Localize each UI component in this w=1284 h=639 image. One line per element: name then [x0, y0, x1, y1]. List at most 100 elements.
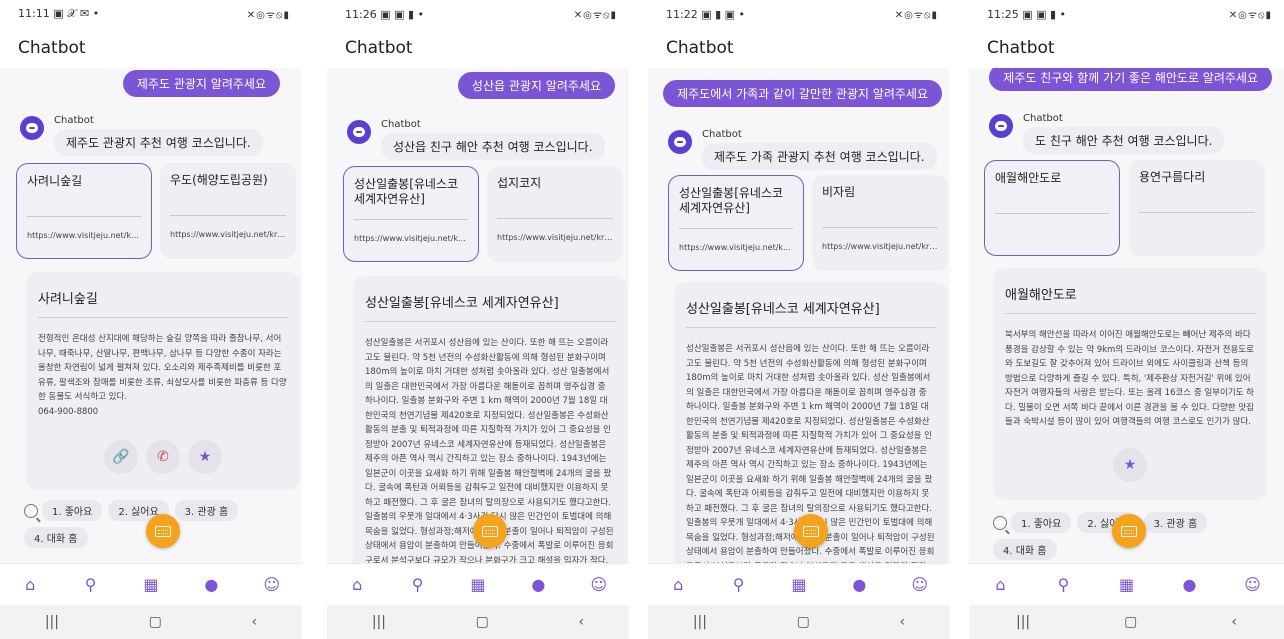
bot-name: Chatbot	[54, 115, 94, 126]
profile-icon[interactable]: ☺	[909, 574, 931, 596]
calendar-icon[interactable]: ▦	[140, 574, 162, 596]
place-card-url[interactable]: https://www.visitjeju.net/kr/d...	[354, 234, 468, 243]
back-icon[interactable]: ‹	[1231, 614, 1237, 630]
status-icons-left: ▣ ▣ ▮ •	[380, 7, 425, 21]
place-card-title: 우도(해양도립공원)	[170, 173, 268, 187]
chat-icon[interactable]: ●	[848, 574, 870, 596]
bot-avatar-icon	[989, 114, 1013, 138]
chat-icon[interactable]: ●	[1179, 574, 1201, 596]
place-card[interactable]: 용연구름다리	[1129, 160, 1265, 256]
status-icons-right: ✕◎ᯤ⦸▮	[894, 10, 938, 21]
chat-content[interactable]: 성산읍 관광지 알려주세요 Chatbot 성산읍 친구 해안 추천 여행 코스…	[327, 68, 629, 563]
quick-reply-chip[interactable]: 1. 좋아요	[42, 500, 103, 521]
link-icon[interactable]: 🔗	[104, 440, 138, 474]
chat-icon[interactable]: ●	[200, 574, 222, 596]
place-card-url[interactable]: https://www.visitjeju.net/kr/d...	[679, 243, 793, 252]
place-card-url[interactable]: https://www.visitjeju.net/kr/d...	[822, 242, 938, 251]
bottom-nav: ⌂ ⚲ ▦ ● ☺	[327, 563, 629, 605]
calendar-icon[interactable]: ▦	[1116, 574, 1138, 596]
recent-apps-icon[interactable]: |||	[372, 614, 386, 630]
map-pin-icon[interactable]: ⚲	[80, 574, 102, 596]
app-title: Chatbot	[969, 28, 1284, 68]
detail-title: 성산일출봉[유네스코 세계자연유산]	[365, 292, 615, 322]
place-card-url[interactable]: https://www.visitjeju.net/kr/d...	[170, 230, 286, 239]
place-card[interactable]: 성산일출봉[유네스코 세계자연유산] https://www.visitjeju…	[343, 166, 479, 262]
place-card-title: 사려니숲길	[27, 174, 83, 188]
recent-apps-icon[interactable]: |||	[1016, 614, 1030, 630]
app-title: Chatbot	[648, 28, 950, 68]
chat-icon[interactable]: ●	[527, 574, 549, 596]
place-card[interactable]: 우도(해양도립공원) https://www.visitjeju.net/kr/…	[160, 163, 296, 259]
place-card[interactable]: 비자림 https://www.visitjeju.net/kr/d...	[812, 175, 948, 271]
map-pin-icon[interactable]: ⚲	[407, 574, 429, 596]
quick-reply-chip[interactable]: 4. 대화 홈	[24, 527, 88, 548]
calendar-icon[interactable]: ▦	[467, 574, 489, 596]
keyboard-icon[interactable]	[473, 514, 507, 548]
system-nav: ||| ▢ ‹	[0, 605, 302, 639]
home-icon[interactable]: ⌂	[19, 574, 41, 596]
place-card[interactable]: 사려니숲길 https://www.visitjeju.net/kr/d...	[16, 163, 152, 259]
bot-avatar-icon	[668, 130, 692, 154]
place-detail: 사려니숲길 전형적인 온대성 산지대에 해당하는 숲길 양쪽을 따라 졸참나무,…	[26, 272, 300, 490]
keyboard-icon[interactable]	[794, 514, 828, 548]
system-nav: ||| ▢ ‹	[327, 605, 629, 639]
home-button-icon[interactable]: ▢	[476, 614, 489, 630]
place-card-title: 성산일출봉[유네스코 세계자연유산]	[679, 186, 784, 215]
status-icons-right: ✕◎ᯤ⦸▮	[573, 10, 617, 21]
home-icon[interactable]: ⌂	[346, 574, 368, 596]
place-card-title: 성산일출봉[유네스코 세계자연유산]	[354, 177, 459, 206]
back-icon[interactable]: ‹	[252, 614, 258, 630]
search-icon[interactable]	[993, 515, 1007, 530]
place-card[interactable]: 애월해안도로	[984, 160, 1120, 256]
keyboard-icon[interactable]	[146, 514, 180, 548]
home-icon[interactable]: ⌂	[990, 574, 1012, 596]
keyboard-icon[interactable]	[1112, 514, 1146, 548]
status-icons-left: ▣ 𝒳 ✉ •	[53, 7, 100, 20]
place-card[interactable]: 성산일출봉[유네스코 세계자연유산] https://www.visitjeju…	[668, 175, 804, 271]
bottom-nav: ⌂ ⚲ ▦ ● ☺	[0, 563, 302, 605]
profile-icon[interactable]: ☺	[588, 574, 610, 596]
home-button-icon[interactable]: ▢	[149, 614, 162, 630]
bot-bubble: 성산읍 친구 해안 추천 여행 코스입니다.	[381, 133, 605, 160]
bot-avatar-icon	[347, 120, 371, 144]
quick-reply-chip[interactable]: 1. 좋아요	[1011, 512, 1072, 533]
chat-content[interactable]: 제주도에서 가족과 같이 갈만한 관광지 알려주세요 Chatbot 제주도 가…	[648, 68, 950, 563]
chat-content[interactable]: 제주도 친구와 함께 가기 좋은 해안도로 알려주세요 Chatbot 도 친구…	[969, 68, 1284, 563]
profile-icon[interactable]: ☺	[1242, 574, 1264, 596]
back-icon[interactable]: ‹	[900, 614, 906, 630]
place-card-url[interactable]: https://www.visitjeju.net/kr/d...	[27, 231, 141, 240]
place-card[interactable]: 섭지코지 https://www.visitjeju.net/kr/d...	[487, 166, 623, 262]
map-pin-icon[interactable]: ⚲	[728, 574, 750, 596]
detail-title: 애월해안도로	[1005, 284, 1255, 314]
place-card-url[interactable]: https://www.visitjeju.net/kr/d...	[497, 233, 613, 242]
bot-avatar-icon	[20, 116, 44, 140]
share-icon[interactable]: ★	[188, 440, 222, 474]
phone-icon[interactable]: ✆	[146, 440, 180, 474]
system-nav: ||| ▢ ‹	[969, 605, 1284, 639]
share-icon[interactable]: ★	[1113, 448, 1147, 482]
detail-text: 전형적인 온대성 산지대에 해당하는 숲길 양쪽을 따라 졸참나무, 서어나무,…	[38, 334, 287, 402]
place-card-title: 섭지코지	[497, 176, 542, 190]
chat-content[interactable]: 제주도 관광지 알려주세요 Chatbot 제주도 관광지 추천 여행 코스입니…	[0, 68, 302, 563]
calendar-icon[interactable]: ▦	[788, 574, 810, 596]
quick-reply-chip[interactable]: 3. 관광 홈	[174, 500, 239, 521]
profile-icon[interactable]: ☺	[261, 574, 283, 596]
system-nav: ||| ▢ ‹	[648, 605, 950, 639]
home-button-icon[interactable]: ▢	[1124, 614, 1137, 630]
quick-reply-chip[interactable]: 4. 대화 홈	[993, 539, 1057, 560]
back-icon[interactable]: ‹	[579, 614, 585, 630]
detail-title: 성산일출봉[유네스코 세계자연유산]	[686, 298, 936, 328]
bot-bubble: 제주도 관광지 추천 여행 코스입니다.	[54, 129, 263, 156]
quick-reply-chip[interactable]: 3. 관광 홈	[1143, 512, 1208, 533]
recent-apps-icon[interactable]: |||	[693, 614, 707, 630]
home-icon[interactable]: ⌂	[667, 574, 689, 596]
status-icons-left: ▣ ▣ ▮ •	[1022, 7, 1067, 21]
home-button-icon[interactable]: ▢	[797, 614, 810, 630]
search-icon[interactable]	[24, 503, 38, 518]
place-card-title: 용연구름다리	[1139, 170, 1206, 184]
status-icons-right: ✕◎ᯤ⦸▮	[1228, 10, 1272, 21]
status-time: 11:25	[987, 7, 1019, 21]
map-pin-icon[interactable]: ⚲	[1053, 574, 1075, 596]
recent-apps-icon[interactable]: |||	[45, 614, 59, 630]
phone-screen-4: 11:25 ▣ ▣ ▮ • ✕◎ᯤ⦸▮ Chatbot 제주도 친구와 함께 가…	[969, 0, 1284, 639]
